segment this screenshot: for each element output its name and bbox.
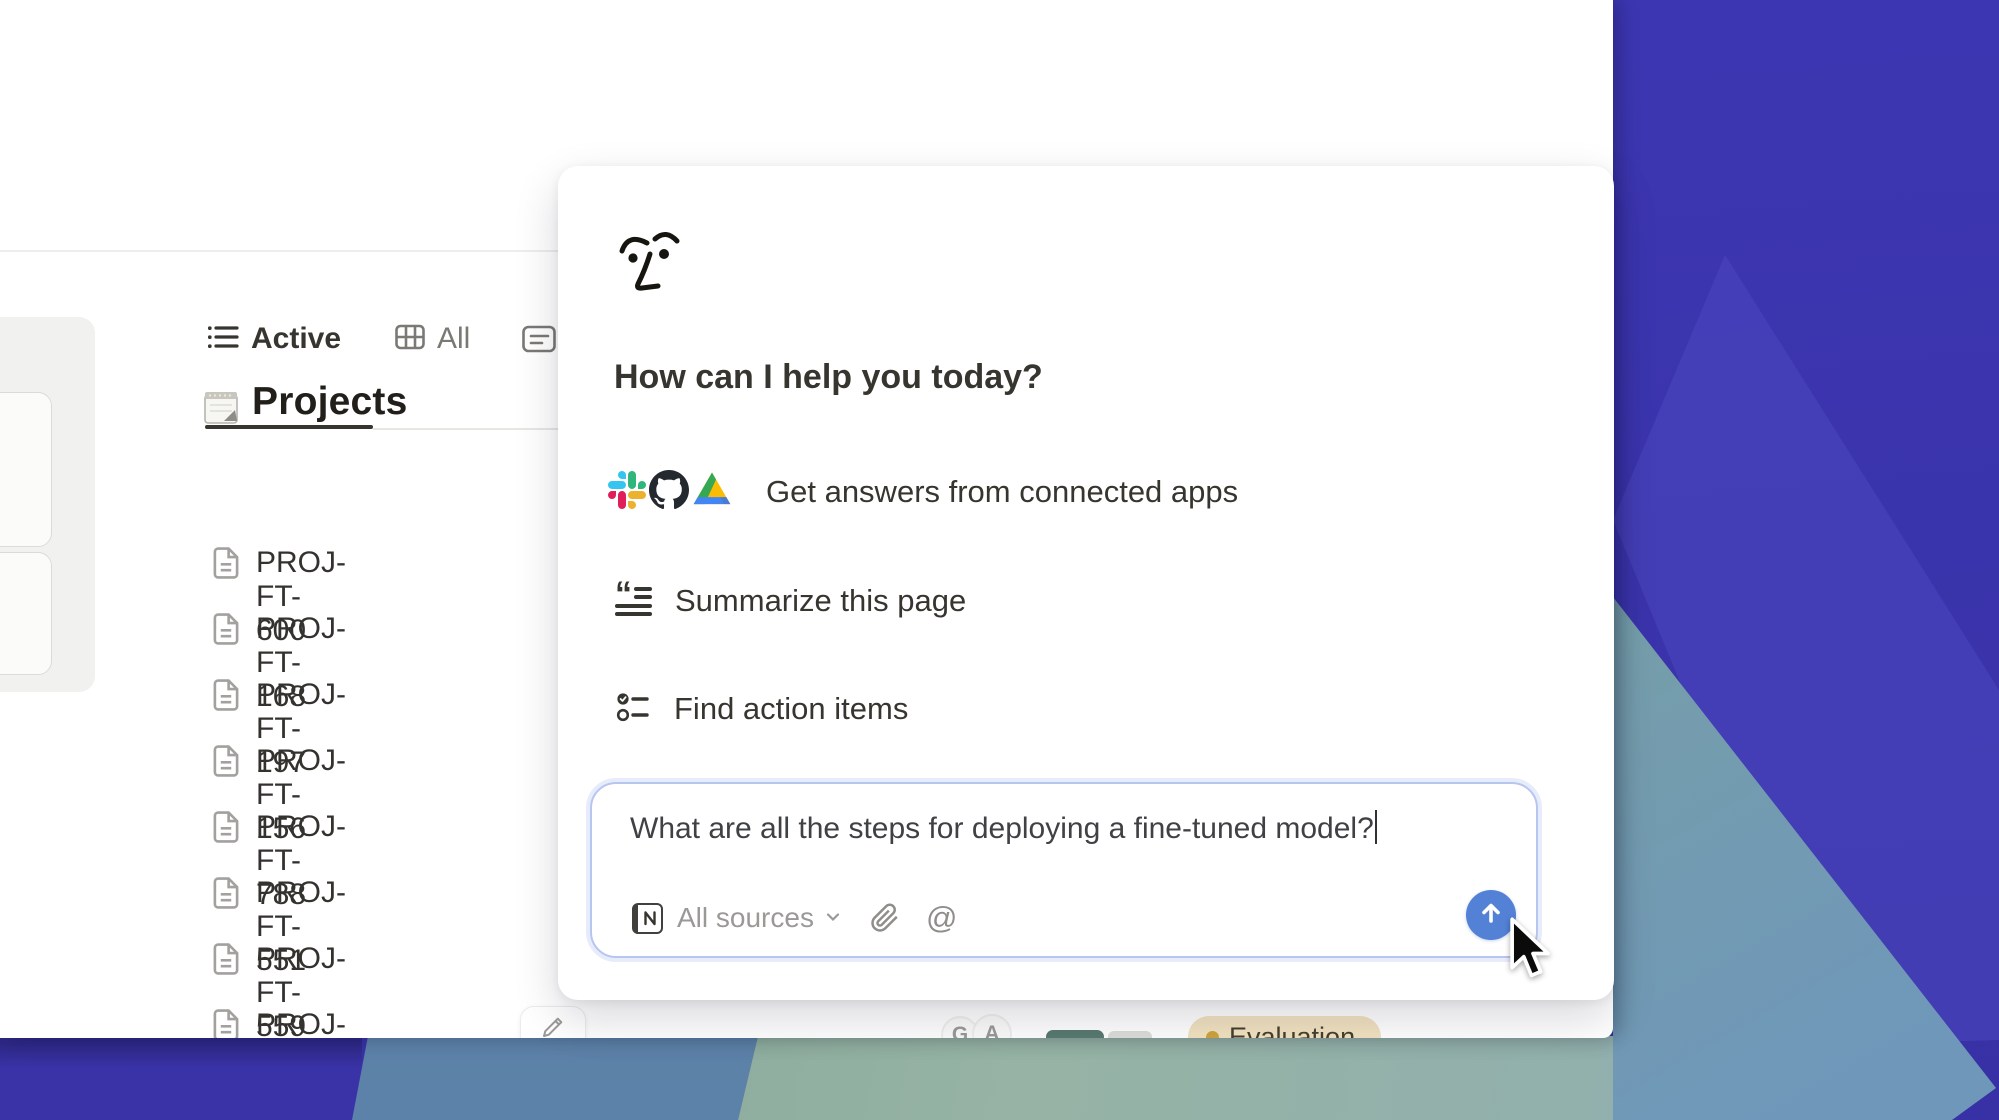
google-drive-icon bbox=[692, 472, 732, 513]
up-arrow-icon bbox=[1478, 900, 1504, 931]
menu-item-connected-apps[interactable]: Get answers from connected apps bbox=[608, 469, 1238, 515]
page-doc-icon bbox=[210, 633, 242, 650]
status-badge: Evaluation bbox=[1188, 1016, 1381, 1038]
page-doc-icon bbox=[210, 567, 242, 584]
slack-icon bbox=[608, 471, 646, 514]
screenshot-root: Active All Projects PROJ-FT-600 PROJ-FT-… bbox=[0, 0, 1999, 1120]
gallery-view-icon bbox=[522, 340, 556, 357]
avatar[interactable]: A bbox=[972, 1014, 1012, 1038]
menu-item-label: Find action items bbox=[674, 691, 908, 727]
project-row[interactable]: PROJ-FT-889 bbox=[210, 1008, 242, 1038]
badge-dot-icon bbox=[1206, 1031, 1219, 1039]
notion-ai-dialog: How can I help you today? Get answers fr… bbox=[558, 166, 1614, 1000]
text-caret bbox=[1375, 810, 1378, 844]
sources-selector[interactable]: All sources bbox=[677, 902, 814, 934]
page-doc-icon bbox=[210, 897, 242, 914]
project-row[interactable]: PROJ-FT-197 bbox=[210, 678, 242, 717]
progress-bar-empty bbox=[1108, 1031, 1152, 1038]
prompt-text: What are all the steps for deploying a f… bbox=[630, 810, 1377, 846]
pencil-icon bbox=[541, 1015, 565, 1039]
attach-file-button[interactable] bbox=[870, 902, 900, 934]
progress-bar-filled bbox=[1046, 1030, 1104, 1038]
notion-ai-face-icon bbox=[614, 224, 684, 311]
connected-app-icons bbox=[608, 470, 732, 515]
page-doc-icon bbox=[210, 699, 242, 716]
tab-active-label: Active bbox=[251, 322, 341, 356]
menu-item-label: Summarize this page bbox=[675, 583, 966, 619]
list-view-icon bbox=[207, 324, 239, 355]
mention-button[interactable]: @ bbox=[926, 900, 957, 936]
page-doc-icon bbox=[210, 1029, 242, 1038]
ai-prompt-input[interactable]: What are all the steps for deploying a f… bbox=[590, 782, 1538, 958]
mouse-cursor bbox=[1506, 916, 1552, 989]
tab-row-baseline bbox=[373, 428, 563, 430]
page-title: Projects bbox=[252, 380, 408, 424]
project-row-label: PROJ-FT-889 bbox=[256, 1008, 346, 1038]
project-row[interactable]: PROJ-FT-168 bbox=[210, 612, 242, 651]
wallpaper-bottom-indigo bbox=[0, 1036, 362, 1120]
project-row[interactable]: PROJ-FT-156 bbox=[210, 744, 242, 783]
tab-all-label: All bbox=[437, 322, 470, 356]
quote-icon: “ bbox=[615, 584, 652, 618]
sidebar-card bbox=[0, 392, 52, 547]
tab-all[interactable]: All bbox=[395, 322, 470, 356]
menu-item-summarize[interactable]: “ Summarize this page bbox=[615, 578, 966, 624]
project-row[interactable]: PROJ-FT-559 bbox=[210, 942, 242, 981]
dialog-greeting: How can I help you today? bbox=[614, 358, 1043, 397]
chevron-down-icon[interactable] bbox=[826, 909, 840, 927]
github-icon bbox=[649, 470, 689, 515]
page-doc-icon bbox=[210, 963, 242, 980]
input-toolbar: All sources @ bbox=[632, 896, 957, 940]
notion-logo-icon bbox=[632, 903, 663, 934]
left-sidebar-fragment bbox=[0, 317, 95, 692]
avatar-initial: A bbox=[984, 1022, 999, 1038]
project-row[interactable]: PROJ-FT-788 bbox=[210, 810, 242, 849]
badge-label: Evaluation bbox=[1229, 1022, 1355, 1039]
project-row[interactable]: PROJ-FT-551 bbox=[210, 876, 242, 915]
edit-button[interactable] bbox=[520, 1006, 586, 1038]
table-view-icon bbox=[395, 324, 425, 355]
page-doc-icon bbox=[210, 765, 242, 782]
sidebar-card bbox=[0, 552, 52, 675]
tab-gallery[interactable] bbox=[522, 325, 556, 358]
avatar-initial: G bbox=[952, 1023, 968, 1038]
project-row[interactable]: PROJ-FT-600 bbox=[210, 546, 242, 585]
checklist-icon bbox=[615, 690, 651, 729]
menu-item-action-items[interactable]: Find action items bbox=[615, 686, 908, 732]
tab-active[interactable]: Active bbox=[207, 322, 341, 356]
notepad-icon bbox=[202, 388, 240, 431]
menu-item-label: Get answers from connected apps bbox=[766, 474, 1238, 510]
page-doc-icon bbox=[210, 831, 242, 848]
